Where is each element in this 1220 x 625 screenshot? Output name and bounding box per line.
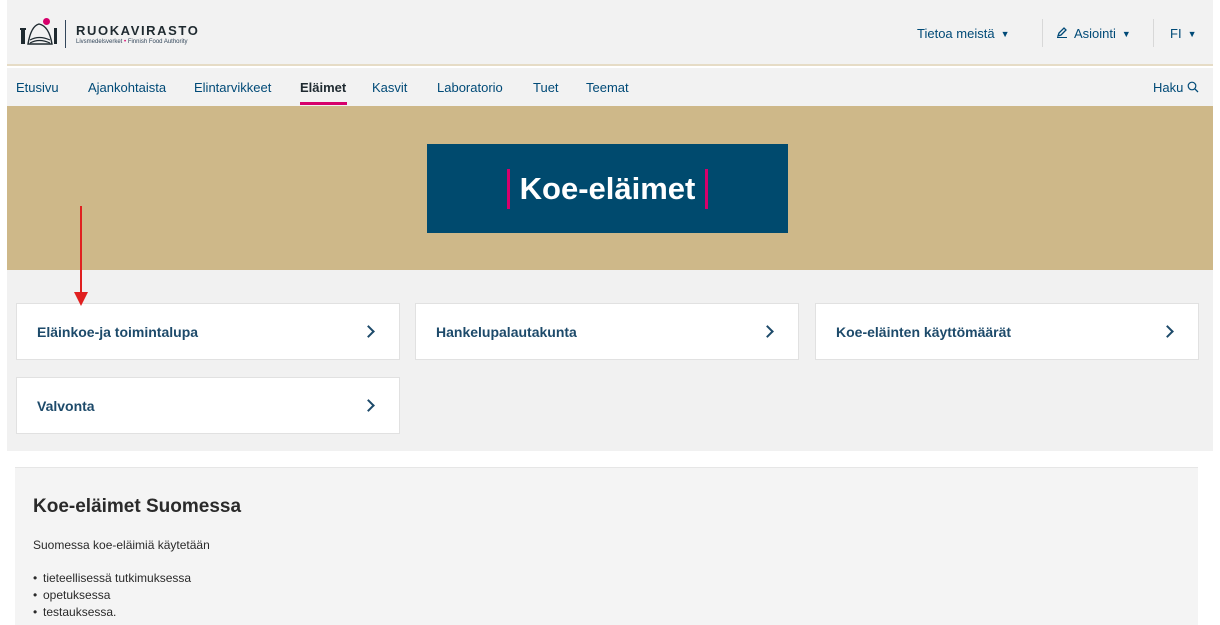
list-item: opetuksessa [33, 587, 1198, 604]
logo-dot-icon [43, 18, 50, 25]
nav-item-ajankohtaista[interactable]: Ajankohtaista [88, 80, 166, 95]
annotation-arrow-head [74, 292, 88, 306]
about-menu[interactable]: Tietoa meistä ▼ [917, 26, 1009, 41]
card-valvonta[interactable]: Valvonta [16, 377, 400, 434]
logo-divider [65, 20, 66, 48]
caret-down-icon: ▼ [1000, 28, 1010, 39]
top-header: RUOKAVIRASTO Livsmedelsverket • Finnish … [7, 0, 1213, 66]
card-hankelupalautakunta[interactable]: Hankelupalautakunta [415, 303, 799, 360]
logo-sub-fi: Livsmedelsverket [76, 39, 123, 45]
card-label: Koe-eläinten käyttömäärät [836, 323, 1012, 340]
logo-subtitle: Livsmedelsverket • Finnish Food Authorit… [76, 39, 199, 45]
logo-sub-sep: • [124, 39, 127, 45]
section-intro: Suomessa koe-eläimiä käytetään [33, 538, 210, 552]
section-heading: Koe-eläimet Suomessa [33, 496, 242, 517]
util-divider [1042, 19, 1043, 47]
caret-down-icon: ▼ [1121, 28, 1131, 39]
language-menu[interactable]: FI ▼ [1170, 26, 1196, 41]
logo-sub-en: Finnish Food Authority [127, 39, 188, 45]
services-menu-label: Asiointi [1074, 26, 1116, 41]
search-icon [1187, 80, 1199, 95]
content-section: Koe-eläimet Suomessa Suomessa koe-eläimi… [15, 467, 1198, 625]
card-koe-elainten-kayttomaarat[interactable]: Koe-eläinten käyttömäärät [815, 303, 1199, 360]
list-item: tieteellisessä tutkimuksessa [33, 570, 1198, 587]
caret-down-icon: ▼ [1187, 28, 1197, 39]
language-label: FI [1170, 26, 1182, 41]
list-item: testauksessa. [33, 604, 1198, 621]
hero-title-box: Koe-eläimet [427, 144, 788, 233]
nav-item-kasvit[interactable]: Kasvit [372, 80, 407, 95]
logo-text: RUOKAVIRASTO Livsmedelsverket • Finnish … [76, 23, 199, 45]
search-button[interactable]: Haku [1153, 80, 1199, 95]
nav-item-teemat[interactable]: Teemat [586, 80, 629, 95]
annotation-arrow-shaft [80, 206, 82, 294]
nav-item-tuet[interactable]: Tuet [533, 80, 559, 95]
nav-active-indicator [300, 102, 347, 105]
card-label: Eläinkoe-ja toimintalupa [37, 323, 199, 340]
about-menu-label: Tietoa meistä [917, 26, 995, 41]
nav-item-elaimet[interactable]: Eläimet [300, 80, 346, 95]
card-label: Valvonta [37, 397, 95, 414]
card-label: Hankelupalautakunta [436, 323, 577, 340]
search-label: Haku [1153, 80, 1184, 95]
chevron-right-icon [1161, 325, 1174, 338]
hero-banner: Koe-eläimet [7, 106, 1213, 270]
site-logo[interactable]: RUOKAVIRASTO Livsmedelsverket • Finnish … [19, 18, 199, 50]
chevron-right-icon [761, 325, 774, 338]
pen-icon [1056, 26, 1068, 41]
card-elainkoe-toimintalupa[interactable]: Eläinkoe-ja toimintalupa [16, 303, 400, 360]
services-menu[interactable]: Asiointi ▼ [1056, 26, 1131, 41]
page-title: Koe-eläimet [506, 168, 709, 209]
bullet-list: tieteellisessä tutkimuksessa opetuksessa… [33, 570, 1198, 621]
logo-title: RUOKAVIRASTO [76, 23, 200, 38]
logo-icon [19, 18, 59, 50]
util-divider [1153, 19, 1154, 47]
main-nav: Etusivu Ajankohtaista Elintarvikkeet Elä… [7, 68, 1213, 106]
nav-item-elintarvikkeet[interactable]: Elintarvikkeet [194, 80, 271, 95]
chevron-right-icon [362, 399, 375, 412]
link-cards: Eläinkoe-ja toimintalupa Hankelupalautak… [7, 270, 1213, 451]
chevron-right-icon [362, 325, 375, 338]
nav-item-etusivu[interactable]: Etusivu [16, 80, 59, 95]
nav-item-laboratorio[interactable]: Laboratorio [437, 80, 503, 95]
